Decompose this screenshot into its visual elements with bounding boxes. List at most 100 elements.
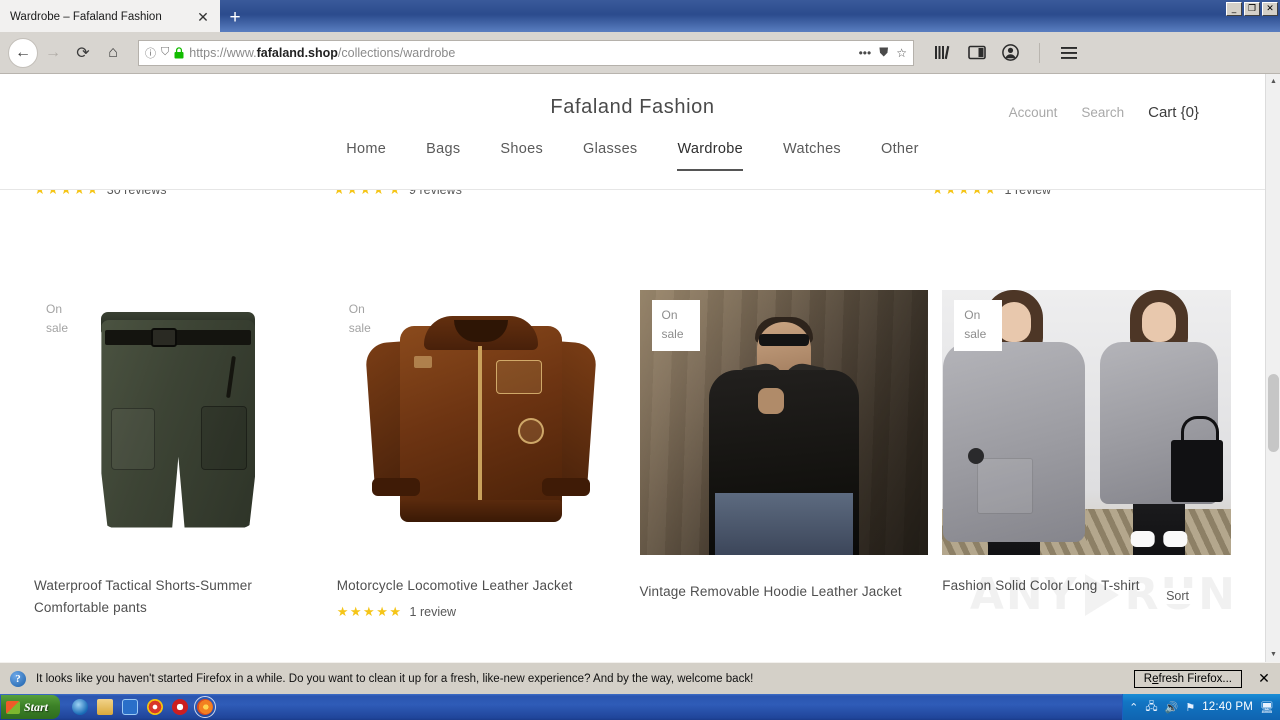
product-title[interactable]: Motorcycle Locomotive Leather Jacket [337, 575, 626, 597]
nav-item-home[interactable]: Home [346, 141, 386, 169]
nav-item-watches[interactable]: Watches [783, 141, 841, 169]
chevron-up-icon[interactable]: ⌃ [1129, 701, 1138, 714]
firefox-icon[interactable] [194, 696, 217, 718]
media-player-icon[interactable] [122, 699, 139, 715]
sale-badge: On sale [46, 300, 68, 337]
window-restore-button[interactable]: ❐ [1244, 2, 1260, 16]
refresh-button-suffix: fresh Firefox... [1158, 672, 1233, 685]
sort-label[interactable]: Sort [1162, 588, 1193, 604]
menu-icon[interactable] [1060, 46, 1078, 60]
product-image[interactable]: On sale [942, 290, 1231, 555]
web-content: ★★★★★ 30 reviews ★★★★★ 9 reviews ★★★★★ 1… [0, 74, 1265, 662]
bookmark-star-icon[interactable]: ☆ [896, 46, 907, 60]
chrome-icon[interactable] [147, 699, 164, 715]
product-review-summary: ★★★★★ 1 review [337, 604, 626, 620]
show-desktop-icon[interactable]: 🖥 [1260, 701, 1274, 714]
account-link[interactable]: Account [1009, 105, 1058, 120]
product-card[interactable]: On sale Waterproof Tactical Shorts-Summe… [34, 290, 323, 620]
new-tab-button[interactable]: + [220, 4, 250, 32]
internet-explorer-icon[interactable] [72, 699, 89, 715]
product-grid: On sale Waterproof Tactical Shorts-Summe… [0, 290, 1265, 620]
sale-badge: On sale [349, 300, 371, 337]
pocket-icon[interactable]: ⛊ [879, 45, 888, 60]
question-mark-icon: ? [10, 670, 26, 687]
tab-close-icon[interactable]: ✕ [194, 8, 212, 26]
page-viewport: ★★★★★ 30 reviews ★★★★★ 9 reviews ★★★★★ 1… [0, 74, 1280, 662]
site-header: Fafaland Fashion Account Search Cart {0}… [0, 74, 1265, 190]
back-button[interactable]: ← [8, 37, 38, 68]
sale-badge-line2: sale [964, 326, 987, 341]
nav-item-wardrobe[interactable]: Wardrobe [677, 141, 744, 171]
quick-launch-bar [72, 696, 217, 718]
taskbar-clock[interactable]: 12:40 PM [1202, 701, 1253, 713]
library-icon[interactable] [934, 45, 952, 60]
browser-tabstrip: Wardrobe – Fafaland Fashion ✕ + _ ❐ ✕ [0, 0, 1280, 32]
url-protocol: https://www. [189, 45, 257, 60]
leather-jacket-illustration [364, 298, 598, 548]
windows-flag-icon [6, 700, 20, 714]
star-rating: ★★★★★ [336, 604, 403, 620]
sale-badge-line2: sale [661, 326, 684, 341]
main-navigation: Home Bags Shoes Glasses Wardrobe Watches… [0, 141, 1265, 171]
product-title[interactable]: Vintage Removable Hoodie Leather Jacket [640, 581, 929, 603]
tactical-shorts-illustration [93, 298, 263, 548]
address-bar[interactable]: ⓘ ⛉ https://www.fafaland.shop/collection… [138, 39, 914, 66]
lock-icon [174, 46, 184, 59]
sale-badge-line1: On [661, 308, 678, 322]
cart-link[interactable]: Cart {0} [1148, 104, 1199, 121]
system-tray: ⌃ 🖧 🔊 ⚑ 12:40 PM 🖥 [1122, 694, 1280, 720]
nav-item-shoes[interactable]: Shoes [500, 141, 543, 169]
reload-button[interactable]: ⟳ [68, 38, 98, 68]
opera-icon[interactable] [172, 699, 189, 715]
scroll-up-button[interactable]: ▲ [1266, 74, 1280, 89]
refresh-button-prefix: R [1143, 672, 1153, 685]
page-scrollbar[interactable]: ▲ ▼ [1265, 74, 1280, 662]
account-icon[interactable] [1002, 44, 1019, 61]
search-link[interactable]: Search [1081, 105, 1124, 120]
flag-icon[interactable]: ⚑ [1185, 701, 1195, 714]
sale-badge-line2: sale [46, 320, 69, 335]
tab-title: Wardrobe – Fafaland Fashion [10, 11, 162, 23]
product-card[interactable]: On sale [942, 290, 1231, 620]
notification-close-icon[interactable]: ✕ [1252, 667, 1276, 691]
scroll-down-button[interactable]: ▼ [1266, 647, 1280, 662]
sidebar-icon[interactable] [968, 45, 986, 60]
page-actions-icon[interactable]: ••• [859, 46, 872, 60]
product-card[interactable]: On sale [639, 290, 929, 620]
url-path: /collections/wardrobe [337, 45, 456, 60]
nav-item-bags[interactable]: Bags [426, 141, 460, 169]
sale-badge-line1: On [348, 302, 365, 316]
sale-badge: On sale [954, 300, 1003, 352]
window-minimize-button[interactable]: _ [1226, 2, 1242, 16]
page-info-icon[interactable]: ⓘ [145, 45, 156, 61]
product-image[interactable]: On sale [639, 290, 929, 555]
window-controls: _ ❐ ✕ [1226, 2, 1278, 16]
volume-icon[interactable]: 🔊 [1165, 701, 1179, 714]
refresh-firefox-button[interactable]: Refresh Firefox... [1132, 668, 1244, 689]
home-button[interactable]: ⌂ [98, 38, 128, 68]
scrollbar-thumb[interactable] [1268, 374, 1279, 452]
browser-tab[interactable]: Wardrobe – Fafaland Fashion ✕ [0, 0, 220, 32]
review-count[interactable]: 1 review [410, 605, 457, 619]
previous-row-reviews: ★★★★★ 30 reviews ★★★★★ 9 reviews ★★★★★ 1… [0, 182, 1265, 216]
window-close-button[interactable]: ✕ [1262, 2, 1278, 16]
nav-item-glasses[interactable]: Glasses [583, 141, 637, 169]
tracking-shield-icon[interactable]: ⛉ [161, 46, 169, 59]
product-card[interactable]: On sale [337, 290, 626, 620]
toolbar-icons [930, 42, 1078, 63]
network-warning-icon[interactable]: 🖧 [1145, 698, 1157, 717]
forward-button[interactable]: → [38, 38, 68, 68]
browser-toolbar: ← → ⟳ ⌂ ⓘ ⛉ https://www.fafaland.shop/co… [0, 32, 1280, 74]
product-image[interactable]: On sale [34, 290, 323, 555]
toolbar-separator [1039, 42, 1040, 63]
product-image[interactable]: On sale [337, 290, 626, 555]
notification-message: It looks like you haven't started Firefo… [36, 672, 754, 685]
folder-icon[interactable] [97, 699, 114, 715]
nav-item-other[interactable]: Other [881, 141, 919, 169]
sale-badge-line2: sale [348, 320, 371, 335]
sale-badge-line1: On [46, 302, 63, 316]
url-text: https://www.fafaland.shop/collections/wa… [189, 46, 853, 60]
firefox-notification-bar: ? It looks like you haven't started Fire… [0, 662, 1280, 694]
start-button[interactable]: Start [1, 695, 61, 719]
product-title[interactable]: Waterproof Tactical Shorts-Summer Comfor… [34, 575, 323, 620]
